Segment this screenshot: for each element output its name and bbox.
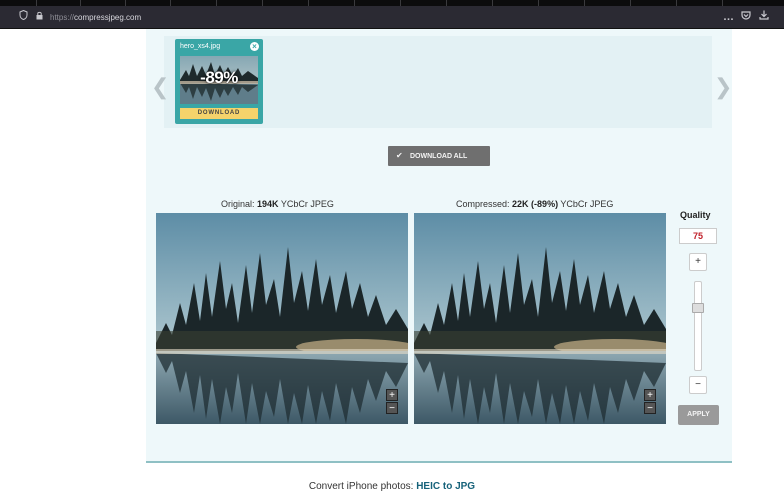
original-image[interactable]: + − [156,213,408,424]
quality-input[interactable]: 75 [679,228,717,244]
download-all-button[interactable]: ✔ DOWNLOAD ALL [388,146,490,166]
pocket-icon[interactable] [741,6,751,29]
more-icon[interactable]: … [723,6,734,29]
url-text[interactable]: https://compressjpeg.com [50,6,141,29]
quality-plus-button[interactable]: + [689,253,707,271]
original-caption: Original: 194K YCbCr JPEG [221,199,334,209]
download-icon[interactable] [759,6,769,29]
quality-slider-thumb[interactable] [692,303,704,313]
carousel-prev-arrow[interactable]: ❮ [151,76,169,98]
zoom-out-button[interactable]: − [644,402,656,414]
download-button[interactable]: DOWNLOAD [180,108,258,119]
file-name: hero_xs4.jpg [180,43,221,50]
apply-button[interactable]: APPLY [678,405,719,425]
heic-to-jpg-link[interactable]: HEIC to JPG [416,481,475,492]
download-all-label: DOWNLOAD ALL [410,153,468,160]
compressed-caption: Compressed: 22K (-89%) YCbCr JPEG [456,199,614,209]
close-icon[interactable]: × [250,42,259,51]
check-icon: ✔ [396,151,403,160]
divider [146,461,732,463]
compressed-image[interactable]: + − [414,213,666,424]
zoom-in-button[interactable]: + [644,389,656,401]
lock-icon[interactable] [36,6,43,29]
compressor-panel: ❮ ❯ hero_xs4.jpg × -89% DOWNLOAD ✔ DOWNL… [146,29,732,461]
compression-percent: -89% [200,68,238,87]
convert-heic-line: Convert iPhone photos: HEIC to JPG [308,481,476,492]
quality-label: Quality [680,210,711,220]
address-bar[interactable]: https://compressjpeg.com … [0,6,784,29]
carousel-next-arrow[interactable]: ❯ [714,76,732,98]
zoom-out-button[interactable]: − [386,402,398,414]
zoom-in-button[interactable]: + [386,389,398,401]
page: ❮ ❯ hero_xs4.jpg × -89% DOWNLOAD ✔ DOWNL… [0,29,784,500]
shield-icon[interactable] [19,6,28,29]
file-card: hero_xs4.jpg × -89% DOWNLOAD [175,39,263,124]
quality-slider[interactable] [694,281,702,371]
file-thumbnail: -89% [180,56,258,104]
quality-minus-button[interactable]: − [689,376,707,394]
